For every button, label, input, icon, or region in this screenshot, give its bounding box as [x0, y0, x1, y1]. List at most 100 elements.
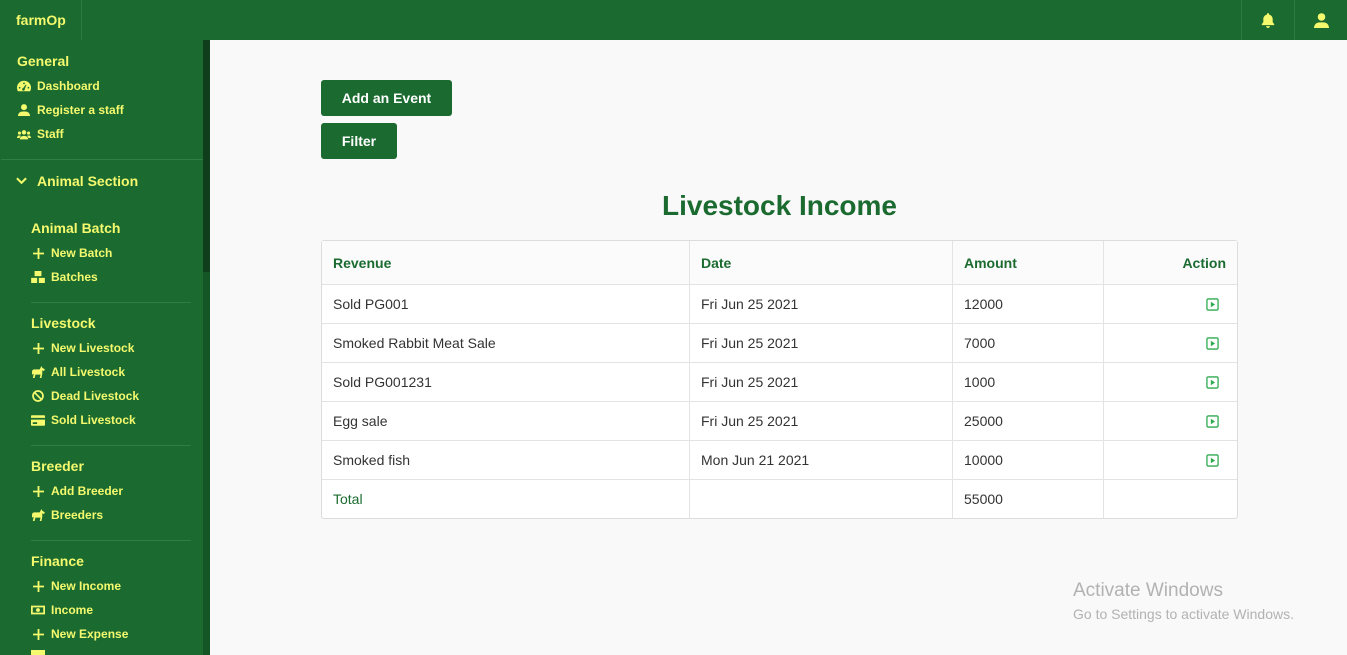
ban-icon [31, 389, 45, 403]
revenue-cell: Smoked Rabbit Meat Sale [322, 324, 690, 362]
tachometer-icon [17, 79, 31, 93]
column-header-amount: Amount [953, 241, 1104, 284]
view-icon[interactable] [1206, 297, 1219, 311]
plus-icon [31, 246, 45, 260]
amount-cell: 12000 [953, 285, 1104, 323]
sidebar-item-label: New Livestock [51, 341, 135, 355]
table-header-row: Revenue Date Amount Action [322, 241, 1237, 284]
action-cell [1104, 363, 1237, 401]
sidebar-item-new-expense[interactable]: New Expense [31, 624, 128, 644]
view-icon[interactable] [1206, 414, 1219, 428]
action-cell [1104, 402, 1237, 440]
date-cell: Fri Jun 25 2021 [690, 324, 953, 362]
section-heading-breeder: Breeder [31, 458, 84, 474]
sidebar-item-income[interactable]: Income [31, 600, 93, 620]
sidebar-item-dead-livestock[interactable]: Dead Livestock [31, 386, 139, 406]
table-row: Sold PG001231 Fri Jun 25 2021 1000 [322, 362, 1237, 401]
empty-cell [1104, 480, 1237, 518]
chevron-down-icon [16, 177, 27, 185]
table-total-row: Total 55000 [322, 479, 1237, 518]
sidebar-divider [31, 302, 191, 303]
sidebar-item-new-livestock[interactable]: New Livestock [31, 338, 134, 358]
horse-icon [31, 508, 45, 522]
revenue-cell: Sold PG001 [322, 285, 690, 323]
sidebar-item-label: Income [51, 603, 94, 617]
add-event-button[interactable]: Add an Event [321, 80, 452, 116]
sidebar-item-register-staff[interactable]: Register a staff [17, 100, 124, 120]
date-cell: Fri Jun 25 2021 [690, 402, 953, 440]
sidebar-item-batches[interactable]: Batches [31, 267, 98, 287]
sidebar: General Dashboard Register a staff Staff… [0, 40, 210, 655]
sidebar-item-label: Dead Livestock [51, 389, 140, 403]
sidebar-item-label: Breeders [51, 508, 104, 522]
money-icon [31, 603, 45, 617]
watermark-subtitle: Go to Settings to activate Windows. [1073, 606, 1294, 622]
view-icon[interactable] [1206, 336, 1219, 350]
action-cell [1104, 441, 1237, 479]
income-table: Revenue Date Amount Action Sold PG001 Fr… [321, 240, 1238, 519]
user-menu-button[interactable] [1294, 0, 1347, 40]
revenue-cell: Egg sale [322, 402, 690, 440]
amount-cell: 7000 [953, 324, 1104, 362]
section-heading-animal-batch: Animal Batch [31, 220, 121, 236]
column-header-action: Action [1182, 254, 1226, 271]
page-title: Livestock Income [662, 190, 897, 221]
table-row: Smoked Rabbit Meat Sale Fri Jun 25 2021 … [322, 323, 1237, 362]
sidebar-item-label: Batches [51, 270, 98, 284]
user-icon [17, 103, 31, 117]
sidebar-item-label: Register a staff [37, 103, 124, 117]
amount-cell: 10000 [953, 441, 1104, 479]
sidebar-item-label: New Income [51, 579, 122, 593]
sidebar-item-label: Staff [37, 127, 64, 141]
column-header-revenue: Revenue [322, 241, 690, 284]
empty-cell [690, 480, 953, 518]
section-heading-general: General [17, 53, 70, 69]
bell-icon [1261, 12, 1275, 28]
sidebar-divider [31, 540, 191, 541]
action-cell [1104, 285, 1237, 323]
date-cell: Mon Jun 21 2021 [690, 441, 953, 479]
action-cell [1104, 324, 1237, 362]
view-icon[interactable] [1206, 453, 1219, 467]
plus-icon [31, 627, 45, 641]
sidebar-item-add-breeder[interactable]: Add Breeder [31, 481, 123, 501]
plus-icon [31, 579, 45, 593]
users-icon [17, 127, 31, 141]
horse-icon [31, 365, 45, 379]
view-icon[interactable] [1206, 375, 1219, 389]
sidebar-item-breeders[interactable]: Breeders [31, 505, 103, 525]
user-icon [1313, 12, 1329, 28]
table-row: Egg sale Fri Jun 25 2021 25000 [322, 401, 1237, 440]
animal-section-label: Animal Section [37, 173, 139, 189]
amount-cell: 1000 [953, 363, 1104, 401]
table-row: Smoked fish Mon Jun 21 2021 10000 [322, 440, 1237, 479]
revenue-cell: Smoked fish [322, 441, 690, 479]
total-amount: 55000 [953, 480, 1104, 518]
total-label: Total [322, 480, 690, 518]
plus-icon [31, 484, 45, 498]
sidebar-item-sold-livestock[interactable]: Sold Livestock [31, 410, 136, 430]
sidebar-item-label: New Expense [51, 627, 129, 641]
table-row: Sold PG001 Fri Jun 25 2021 12000 [322, 284, 1237, 323]
top-navbar: farmOp [0, 0, 1347, 40]
sidebar-item-label: Sold Livestock [51, 413, 136, 427]
amount-cell: 25000 [953, 402, 1104, 440]
sidebar-item-all-livestock[interactable]: All Livestock [31, 362, 125, 382]
sidebar-scrollbar-thumb[interactable] [203, 40, 210, 272]
sidebar-item-new-income[interactable]: New Income [31, 576, 121, 596]
brand-logo[interactable]: farmOp [0, 0, 82, 40]
filter-button[interactable]: Filter [321, 123, 397, 159]
plus-icon [31, 341, 45, 355]
windows-activation-watermark: Activate Windows Go to Settings to activ… [1073, 580, 1294, 622]
section-heading-livestock: Livestock [31, 315, 96, 331]
sidebar-item-label: New Batch [51, 246, 113, 260]
sidebar-item-staff[interactable]: Staff [17, 124, 64, 144]
sidebar-item-dashboard[interactable]: Dashboard [17, 76, 100, 96]
sidebar-item-label: Add Breeder [51, 484, 124, 498]
notifications-button[interactable] [1241, 0, 1294, 40]
column-header-date: Date [690, 241, 953, 284]
revenue-cell: Sold PG001231 [322, 363, 690, 401]
sidebar-item-new-batch[interactable]: New Batch [31, 243, 112, 263]
sidebar-divider [31, 445, 191, 446]
animal-section-toggle[interactable]: Animal Section [16, 172, 138, 190]
